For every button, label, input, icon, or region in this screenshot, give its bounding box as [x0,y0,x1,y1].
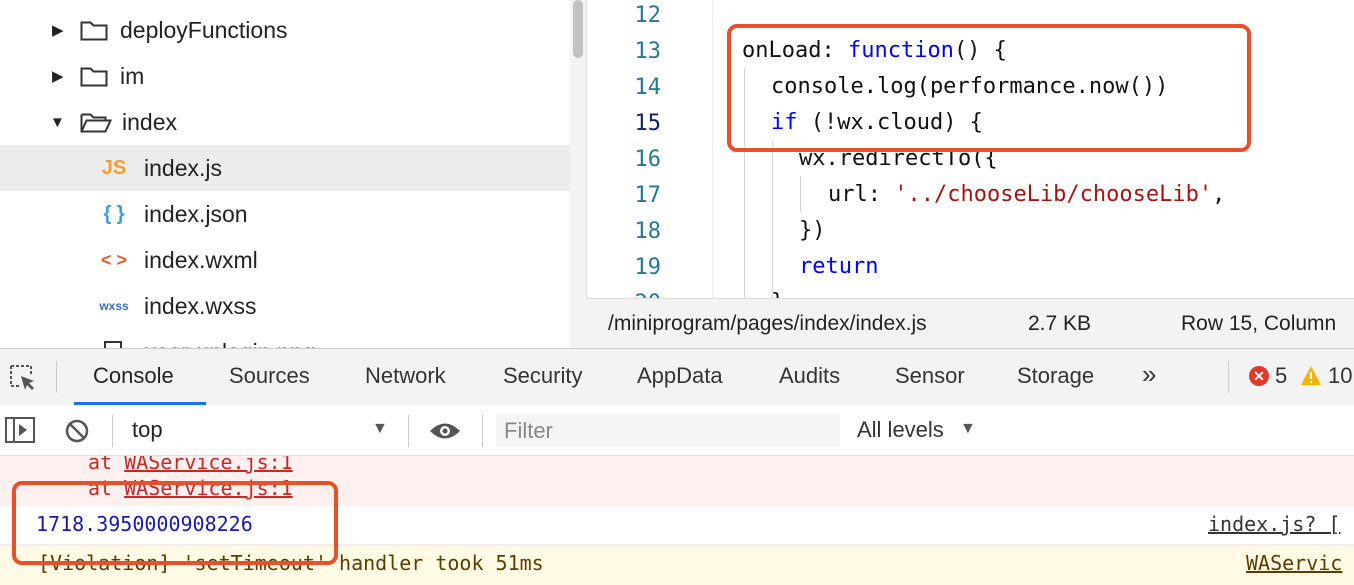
line-number: 12 [634,3,662,28]
tree-item-index-wxml[interactable]: < > index.wxml [0,237,570,283]
open-folder-icon [80,113,112,133]
caret-right-icon[interactable]: ▶ [52,67,64,85]
tree-item-label: index.js [144,154,222,181]
tree-scrollbar-thumb[interactable] [573,0,583,58]
folder-icon [80,67,108,87]
editor-status-bar: /miniprogram/pages/index/index.js 2.7 KB… [586,298,1354,349]
tree-item-deployfunctions[interactable]: ▶ deployFunctions [0,7,570,53]
source-link[interactable]: WAService.js:1 [124,456,293,474]
tab-storage[interactable]: Storage [1017,363,1094,389]
tab-network[interactable]: Network [365,363,446,389]
indent-guide [772,140,773,298]
caret-right-icon[interactable]: ▶ [52,21,64,39]
file-tree: ▶ deployFunctions ▶ im ▼ index JS index.… [0,0,586,348]
error-count[interactable]: 5 [1275,363,1287,389]
tree-item-label: im [120,62,145,89]
context-select[interactable]: top [132,417,163,443]
folder-icon [80,21,108,41]
toolbar-divider [112,415,113,447]
tree-item-label: deployFunctions [120,16,288,43]
console-toolbar: top ▼ Filter All levels ▼ [0,405,1354,456]
line-number-current: 15 [634,111,662,136]
chevron-down-icon[interactable]: ▼ [372,420,388,438]
sidebar-toggle-icon[interactable] [5,417,35,443]
toolbar-divider [56,361,57,393]
tree-item-user-unlogin-png[interactable]: user-unlogin.png [0,329,570,348]
toolbar-divider [482,415,483,447]
toolbar-divider [1228,361,1229,393]
wxml-file-icon: < > [100,249,128,270]
more-tabs-button[interactable]: » [1142,359,1156,390]
code-line-17: url: '../chooseLib/chooseLib', [828,182,1226,207]
tab-sensor[interactable]: Sensor [895,363,965,389]
code-line-19: return [799,254,879,279]
tree-item-label: index.wxml [144,246,258,273]
code-line-20: } [771,290,784,298]
tree-item-index-js[interactable]: JS index.js [0,145,570,191]
tree-item-index[interactable]: ▼ index [0,99,570,145]
file-size: 2.7 KB [1028,312,1092,335]
caret-down-icon[interactable]: ▼ [50,114,65,131]
cursor-position: Row 15, Column [1181,312,1337,335]
error-icon: ✕ [1249,366,1269,386]
tab-sources[interactable]: Sources [229,363,310,389]
json-file-icon: { } [103,202,125,225]
tree-item-label: user-unlogin.png [144,339,315,349]
line-number: 14 [634,75,662,100]
wxss-file-icon: wxss [99,299,129,313]
gutter-divider [712,0,713,298]
line-number: 16 [634,147,662,172]
highlight-box [12,481,338,565]
clear-console-icon[interactable] [64,418,90,444]
tab-audits[interactable]: Audits [779,363,840,389]
line-number: 17 [634,183,662,208]
line-number: 18 [634,219,662,244]
tree-item-im[interactable]: ▶ im [0,53,570,99]
tab-console[interactable]: Console [93,363,174,389]
highlight-box [727,24,1251,152]
tree-item-label: index [122,108,177,135]
toolbar-divider [408,415,409,447]
line-number: 13 [634,39,662,64]
filter-input[interactable]: Filter [496,413,840,447]
line-number: 20 [587,291,662,298]
image-file-icon [104,341,122,348]
tab-appdata[interactable]: AppData [637,363,723,389]
code-line-18: }) [799,218,826,243]
js-file-icon: JS [101,156,127,179]
indent-guide [800,176,801,212]
eye-icon[interactable] [428,420,462,442]
tab-security[interactable]: Security [503,363,582,389]
warning-count[interactable]: 10 [1328,363,1352,389]
tree-item-label: index.wxss [144,292,257,319]
chevron-down-icon[interactable]: ▼ [960,420,976,438]
log-source-link[interactable]: index.js? [ [1208,512,1340,536]
warning-source-link[interactable]: WAServic [1246,551,1342,575]
tree-item-index-wxss[interactable]: wxss index.wxss [0,283,570,329]
inspect-element-icon[interactable] [8,363,38,393]
file-path: /miniprogram/pages/index/index.js [608,312,927,335]
warning-icon [1301,366,1321,385]
log-levels-dropdown[interactable]: All levels [857,417,944,443]
filter-placeholder: Filter [504,418,553,443]
stack-frame: at WAService.js:1 [88,456,293,474]
tree-item-index-json[interactable]: { } index.json [0,191,570,237]
devtools-tab-bar: Console Sources Network Security AppData… [0,348,1354,406]
tree-item-label: index.json [144,200,248,227]
line-number: 19 [634,255,662,280]
